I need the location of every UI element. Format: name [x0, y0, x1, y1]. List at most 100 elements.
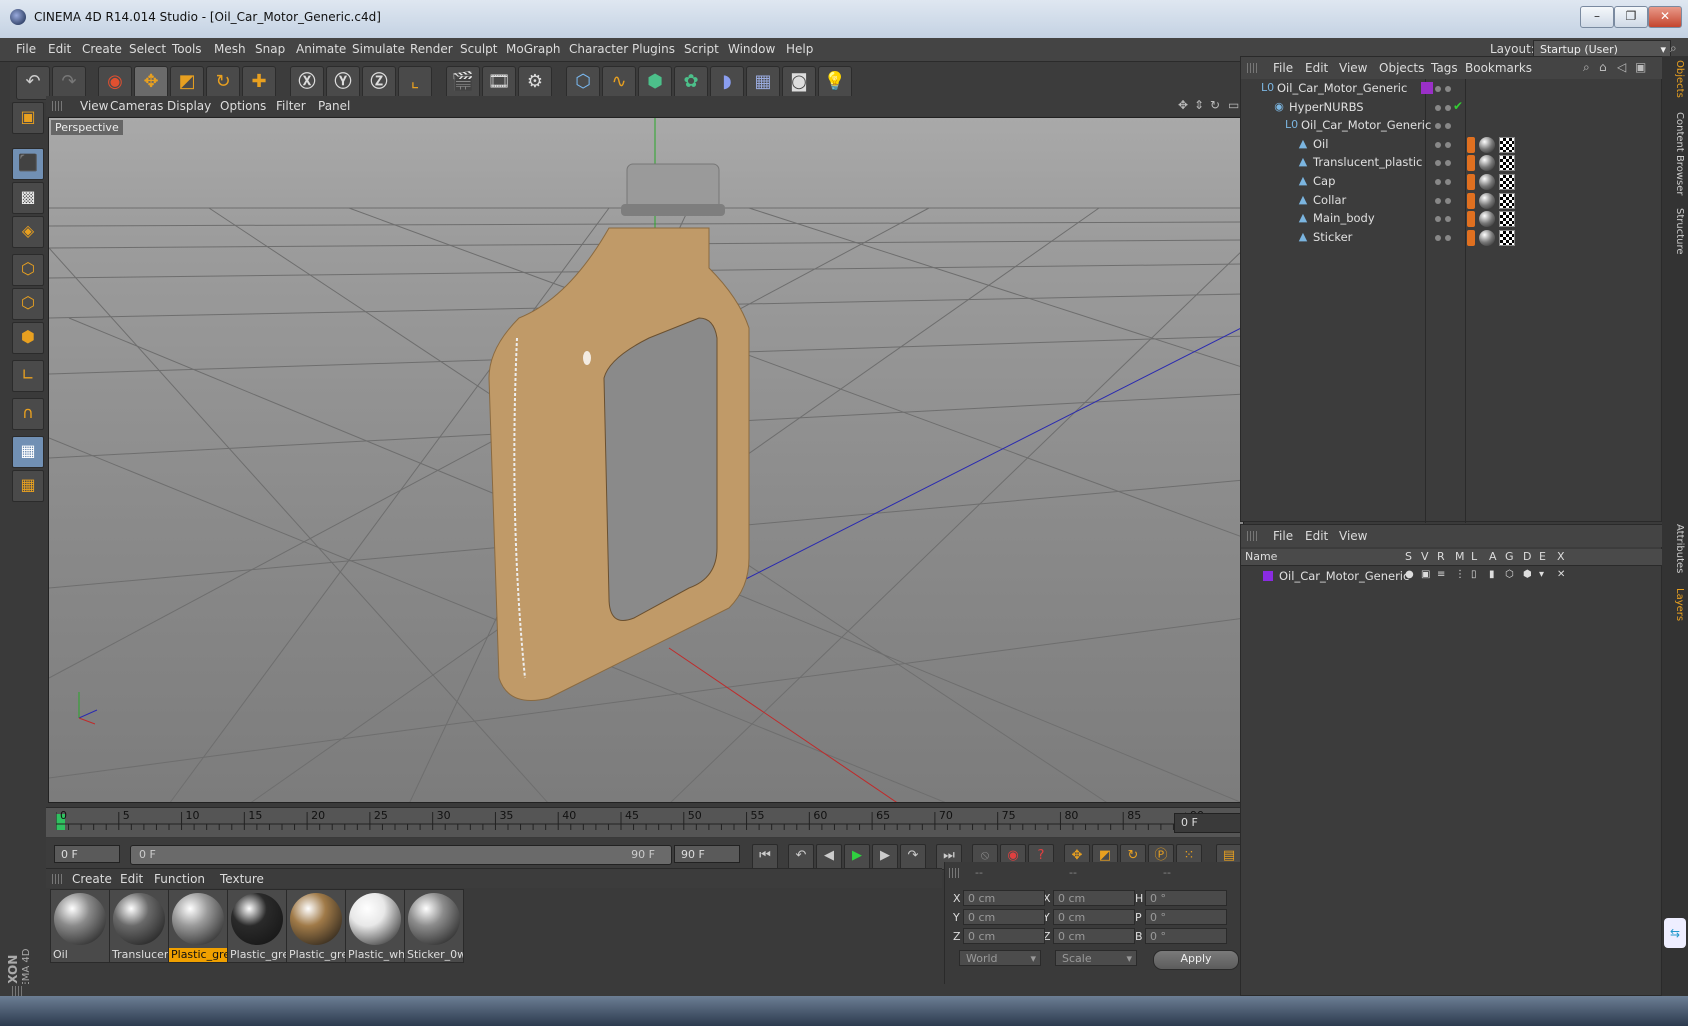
size-field[interactable]: 0 cm	[1053, 909, 1135, 925]
undo-icon[interactable]: ↶	[16, 66, 50, 100]
editor-visibility-dot[interactable]	[1435, 234, 1441, 241]
cube-primitive-icon[interactable]: ⬡	[566, 66, 600, 100]
objects-menu-tags[interactable]: Tags	[1431, 61, 1458, 75]
editor-visibility-dot[interactable]	[1435, 123, 1441, 130]
layers-menu-file[interactable]: File	[1273, 529, 1293, 543]
material-tag-icon[interactable]	[1479, 229, 1495, 246]
material-tag-icon[interactable]	[1479, 211, 1495, 228]
material-menu-texture[interactable]: Texture	[220, 872, 264, 886]
editor-visibility-dot[interactable]	[1435, 141, 1441, 148]
previous-key-icon[interactable]: ↶	[788, 844, 814, 870]
position-field[interactable]: 0 cm	[963, 928, 1045, 944]
viewport-move-icon[interactable]: ✥	[1178, 98, 1188, 112]
uvw-tag-icon[interactable]	[1499, 174, 1515, 190]
rotation-field[interactable]: 0 °	[1145, 909, 1227, 925]
viewport-menu-panel[interactable]: Panel	[318, 99, 350, 113]
previous-frame-icon[interactable]: ◀	[816, 844, 842, 870]
editor-visibility-dot[interactable]	[1435, 160, 1441, 167]
current-frame-field[interactable]: 0 F	[1174, 813, 1244, 833]
material-tag-icon[interactable]	[1479, 136, 1495, 153]
uvw-tag-icon[interactable]	[1499, 211, 1515, 228]
phong-tag-icon[interactable]	[1467, 192, 1475, 209]
panel-grip-icon[interactable]	[12, 986, 22, 996]
texture-mode-icon[interactable]: ▩	[12, 182, 44, 214]
viewport-menu-filter[interactable]: Filter	[276, 99, 306, 113]
home-icon[interactable]: ⌂	[1599, 60, 1607, 74]
make-editable-icon[interactable]: ▣	[12, 102, 44, 134]
render-visibility-dot[interactable]	[1445, 179, 1451, 185]
menu-select[interactable]: Select	[129, 42, 166, 56]
viewport-menu-cameras[interactable]: Cameras	[110, 99, 163, 113]
tab-content-browser[interactable]: Content Browser	[1665, 112, 1685, 195]
render-visibility-dot[interactable]	[1445, 141, 1451, 148]
search-icon[interactable]: ⌕	[1670, 41, 1677, 56]
next-key-icon[interactable]: ↷	[900, 844, 926, 870]
x-axis-lock-icon[interactable]: Ⓧ	[290, 66, 324, 100]
spline-pen-icon[interactable]: ∿	[602, 66, 636, 100]
play-icon[interactable]: ▶	[844, 844, 870, 870]
layer-column-r[interactable]: R	[1437, 550, 1445, 563]
viewport-menu-view[interactable]: View	[80, 99, 108, 113]
panel-grip-icon[interactable]	[52, 874, 62, 884]
next-frame-icon[interactable]: ▶	[872, 844, 898, 870]
object-tree-row[interactable]: ▲ Collar	[1241, 191, 1663, 211]
render-visibility-dot[interactable]	[1445, 104, 1451, 111]
timeline-ruler[interactable]: 051015202530354045505560657075808590 0 F	[46, 807, 1248, 837]
apply-button[interactable]: Apply	[1153, 950, 1239, 970]
menu-create[interactable]: Create	[82, 42, 122, 56]
restore-button[interactable]: ❐	[1614, 6, 1648, 28]
layer-column-a[interactable]: A	[1489, 550, 1497, 563]
object-tree-row[interactable]: L0 Oil_Car_Motor_Generic	[1241, 79, 1663, 99]
viewport-zoom-icon[interactable]: ⇕	[1194, 98, 1204, 112]
viewport-rotate-icon[interactable]: ↻	[1210, 98, 1220, 112]
material-tag-icon[interactable]	[1479, 192, 1495, 209]
rotation-field[interactable]: 0 °	[1145, 928, 1227, 944]
locked-workplane-icon[interactable]: ▦	[12, 436, 44, 468]
search-icon[interactable]: ⌕	[1583, 60, 1590, 75]
menu-character[interactable]: Character	[569, 42, 628, 56]
manager-icon[interactable]: ⋮	[1455, 569, 1465, 580]
panel-grip-icon[interactable]	[1247, 531, 1257, 541]
layer-color-swatch[interactable]	[1421, 82, 1433, 94]
axis-mode-icon[interactable]: ∟	[12, 360, 44, 392]
objects-menu-view[interactable]: View	[1339, 61, 1367, 75]
solo-icon[interactable]: ●	[1405, 569, 1414, 580]
layer-column-g[interactable]: G	[1505, 550, 1514, 563]
visibility-icon[interactable]: ▣	[1421, 569, 1430, 580]
new-view-icon[interactable]: ▣	[1635, 60, 1646, 74]
phong-tag-icon[interactable]	[1467, 174, 1475, 190]
size-field[interactable]: 0 cm	[1053, 890, 1135, 906]
rotation-field[interactable]: 0 °	[1145, 890, 1227, 906]
rotate-tool-icon[interactable]: ↻	[206, 66, 240, 100]
menu-mesh[interactable]: Mesh	[214, 42, 246, 56]
uvw-tag-icon[interactable]	[1499, 155, 1515, 172]
light-icon[interactable]: 💡	[818, 66, 852, 100]
move-tool-icon[interactable]: ✥	[134, 66, 168, 100]
editor-visibility-dot[interactable]	[1435, 86, 1441, 92]
menu-simulate[interactable]: Simulate	[352, 42, 405, 56]
object-tree-row[interactable]: ▲ Oil	[1241, 135, 1663, 155]
uvw-tag-icon[interactable]	[1499, 136, 1515, 153]
editor-visibility-dot[interactable]	[1435, 197, 1441, 204]
layer-column-m[interactable]: M	[1455, 550, 1465, 563]
tab-structure[interactable]: Structure	[1665, 208, 1685, 255]
material-swatch[interactable]: Plastic_grey	[168, 889, 228, 963]
z-axis-lock-icon[interactable]: Ⓩ	[362, 66, 396, 100]
expressions-icon[interactable]: ▾	[1539, 569, 1544, 580]
phong-tag-icon[interactable]	[1467, 136, 1475, 153]
tab-attributes[interactable]: Attributes	[1665, 524, 1685, 573]
render-picture-viewer-icon[interactable]: 🎞	[482, 66, 516, 100]
material-swatch[interactable]: Plastic_grey	[286, 889, 346, 963]
coordinate-mode-dropdown[interactable]: Scale ▾	[1055, 950, 1137, 966]
menu-plugins[interactable]: Plugins	[632, 42, 675, 56]
object-tree-row[interactable]: ▲ Main_body	[1241, 209, 1663, 229]
render-visibility-dot[interactable]	[1445, 160, 1451, 167]
object-tree-row[interactable]: L0 Oil_Car_Motor_Generic	[1241, 116, 1663, 136]
phong-tag-icon[interactable]	[1467, 155, 1475, 172]
layer-column-name[interactable]: Name	[1245, 550, 1277, 563]
tab-layers[interactable]: Layers	[1665, 588, 1685, 621]
objects-menu-edit[interactable]: Edit	[1305, 61, 1328, 75]
material-swatch[interactable]: Translucen	[109, 889, 169, 963]
render-settings-icon[interactable]: ⚙	[518, 66, 552, 100]
layer-color-swatch[interactable]	[1263, 571, 1273, 581]
